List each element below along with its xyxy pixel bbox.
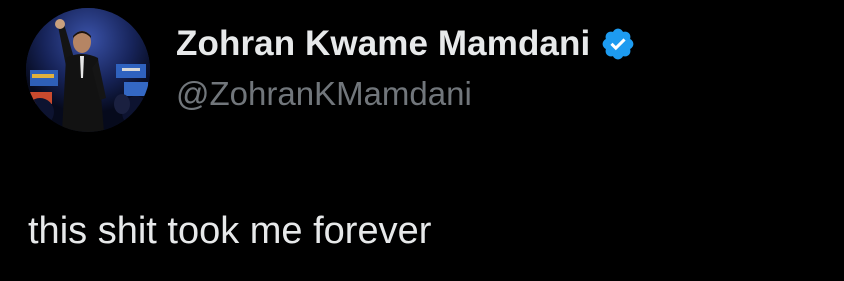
tweet-text: this shit took me forever [28,210,432,252]
author-handle[interactable]: @ZohranKMamdani [176,72,472,116]
author-avatar[interactable] [26,8,150,132]
author-name-row[interactable]: Zohran Kwame Mamdani [176,22,636,66]
tweet-card: Zohran Kwame Mamdani @ZohranKMamdani thi… [0,0,844,281]
author-display-name[interactable]: Zohran Kwame Mamdani [176,22,590,66]
verified-badge-icon [600,26,636,62]
avatar-photo [26,8,150,132]
